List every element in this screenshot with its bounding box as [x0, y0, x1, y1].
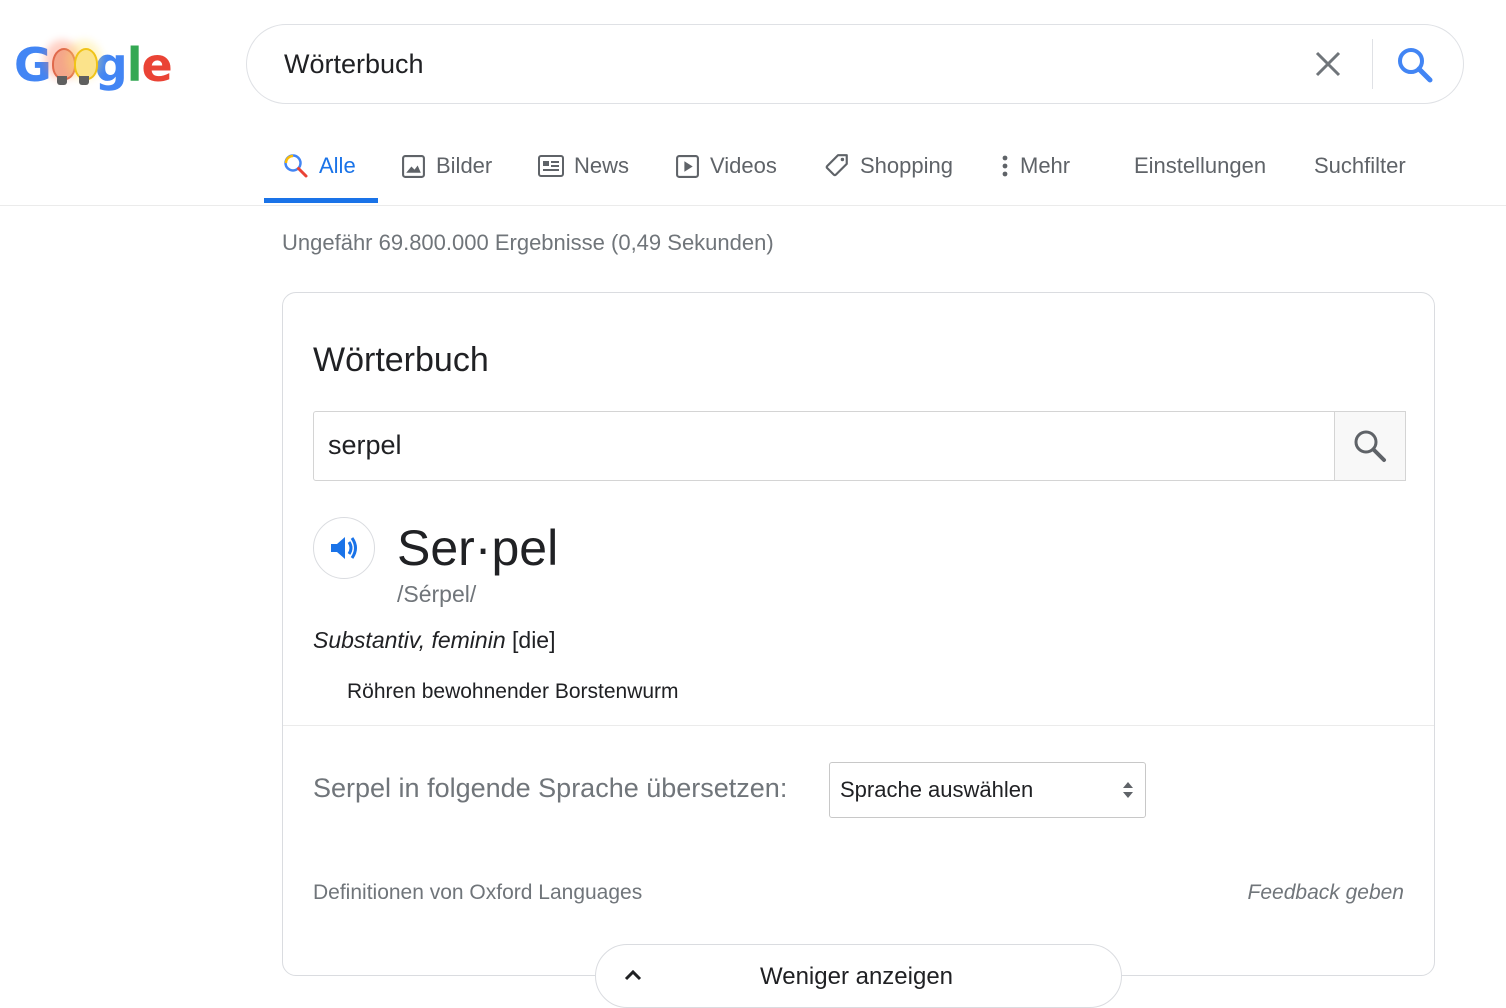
pos-article: [die] — [512, 627, 556, 653]
tab-einstellungen[interactable]: Einstellungen — [1134, 150, 1266, 182]
source-credit: Definitionen von Oxford Languages — [313, 881, 643, 904]
pos-type: Substantiv, feminin — [313, 627, 506, 653]
video-icon — [676, 154, 699, 178]
tab-alle[interactable]: Alle — [283, 150, 356, 182]
search-icon — [284, 154, 308, 178]
tab-label: Alle — [319, 153, 356, 178]
pronunciation-button[interactable] — [313, 517, 375, 579]
chevron-up-icon — [622, 967, 644, 988]
tab-label: Shopping — [860, 153, 953, 178]
divider — [283, 725, 1434, 726]
dictionary-search-button[interactable] — [1335, 411, 1406, 481]
active-tab-indicator — [264, 198, 378, 203]
tab-label: News — [574, 153, 630, 178]
tab-bilder[interactable]: Bilder — [401, 150, 492, 182]
select-arrows-icon — [1121, 779, 1135, 806]
search-icon — [1354, 430, 1386, 462]
tab-suchfilter[interactable]: Suchfilter — [1314, 150, 1406, 182]
phonetic: /Sérpel/ — [397, 581, 477, 607]
language-select[interactable]: Sprache auswählen — [829, 762, 1146, 818]
news-icon — [538, 155, 564, 177]
tab-news[interactable]: News — [538, 150, 629, 182]
tab-videos[interactable]: Videos — [675, 150, 777, 182]
tab-mehr[interactable]: Mehr — [1000, 150, 1070, 182]
search-input[interactable]: Wörterbuch — [284, 49, 424, 80]
language-select-value: Sprache auswählen — [840, 777, 1034, 802]
more-vert-icon — [1002, 155, 1008, 177]
dictionary-search-input[interactable]: serpel — [313, 411, 1335, 481]
result-stats: Ungefähr 69.800.000 Ergebnisse (0,49 Sek… — [282, 230, 774, 255]
search-tabs: Alle Bilder News Videos Shopping Mehr Ei… — [0, 130, 1506, 206]
translate-label: Serpel in folgende Sprache übersetzen: — [313, 773, 788, 803]
tab-label: Bilder — [436, 153, 493, 178]
google-logo[interactable]: G g l e — [14, 30, 173, 100]
speaker-icon — [331, 537, 357, 559]
search-divider — [1372, 39, 1373, 89]
show-less-label: Weniger anzeigen — [760, 963, 954, 990]
search-icon[interactable] — [1395, 45, 1435, 85]
headword: Ser·pel — [397, 520, 559, 576]
definition: Röhren bewohnender Borstenwurm — [347, 680, 679, 703]
tab-label: Suchfilter — [1314, 153, 1406, 178]
logo-letter-l: l — [126, 38, 143, 92]
tab-label: Mehr — [1020, 153, 1071, 178]
feedback-link[interactable]: Feedback geben — [1248, 881, 1404, 905]
tab-label: Videos — [710, 153, 777, 178]
card-title: Wörterbuch — [313, 341, 489, 379]
part-of-speech: Substantiv, feminin [die] — [313, 627, 556, 654]
logo-letter-e: e — [141, 38, 172, 92]
search-bar[interactable]: Wörterbuch — [246, 24, 1464, 104]
clear-icon[interactable] — [1311, 47, 1345, 81]
tab-label: Einstellungen — [1134, 153, 1267, 178]
dictionary-card: Wörterbuch serpel Ser·pel /Sérpel/ Subst… — [282, 292, 1435, 976]
bulb-yellow-icon — [65, 40, 102, 88]
tag-icon — [825, 154, 848, 177]
show-less-button[interactable]: Weniger anzeigen — [595, 944, 1122, 1008]
tab-shopping[interactable]: Shopping — [824, 150, 953, 182]
dictionary-input-value: serpel — [328, 430, 402, 460]
image-icon — [402, 154, 425, 178]
